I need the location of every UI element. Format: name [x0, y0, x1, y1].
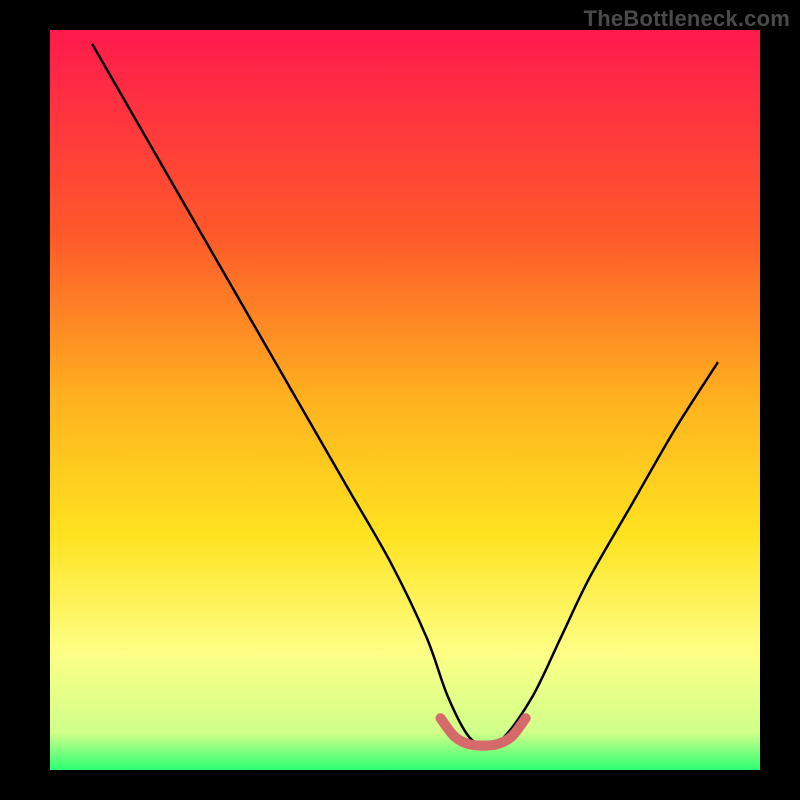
chart-frame: TheBottleneck.com	[0, 0, 800, 800]
chart-svg	[0, 0, 800, 800]
plot-background	[50, 30, 760, 770]
